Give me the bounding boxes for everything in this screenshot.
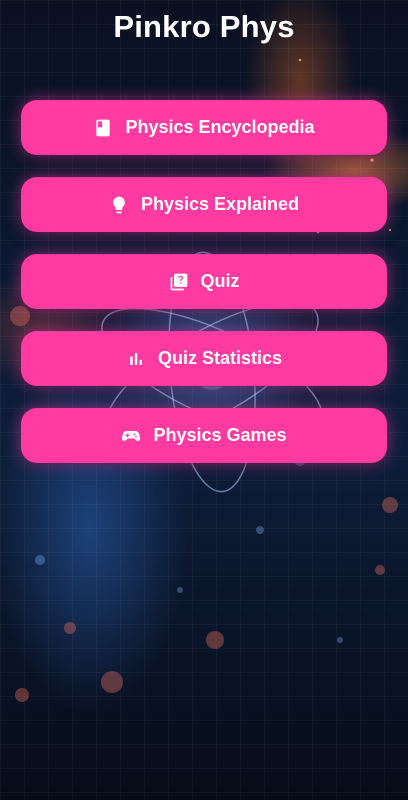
home-screen: Pinkro Phys Physics Encyclopedia Physics…	[0, 0, 408, 800]
physics-encyclopedia-label: Physics Encyclopedia	[125, 117, 315, 137]
physics-explained-button[interactable]: Physics Explained	[21, 177, 387, 232]
physics-games-label: Physics Games	[153, 425, 287, 445]
bar-chart-icon	[126, 349, 146, 369]
book-icon	[93, 118, 113, 138]
physics-encyclopedia-button[interactable]: Physics Encyclopedia	[21, 100, 387, 155]
physics-explained-label: Physics Explained	[140, 194, 300, 214]
quiz-statistics-label: Quiz Statistics	[157, 348, 283, 368]
quiz-icon	[169, 272, 189, 292]
lightbulb-icon	[109, 195, 129, 215]
gamepad-icon	[121, 426, 141, 446]
physics-games-button[interactable]: Physics Games	[21, 408, 387, 463]
quiz-label: Quiz	[200, 271, 240, 291]
app-title: Pinkro Phys	[113, 9, 295, 44]
quiz-statistics-button[interactable]: Quiz Statistics	[21, 331, 387, 386]
quiz-button[interactable]: Quiz	[21, 254, 387, 309]
main-menu: Physics Encyclopedia Physics Explained Q…	[21, 100, 387, 485]
